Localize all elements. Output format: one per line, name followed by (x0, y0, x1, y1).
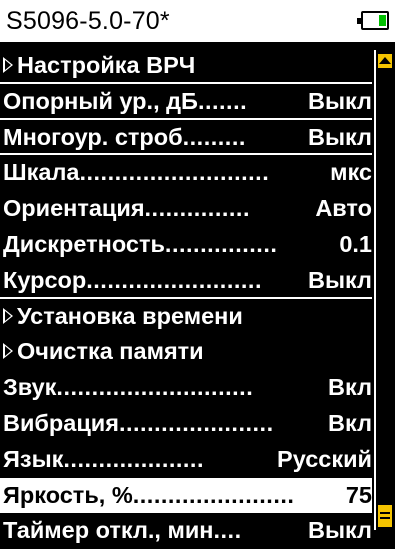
menu-item-label: Язык (3, 445, 64, 472)
menu-item-label: Дискретность (3, 230, 165, 257)
menu-item-value: Вкл (328, 374, 372, 401)
menu-item-label: Установка времени (17, 302, 243, 329)
menu-item-dots: .... (213, 517, 242, 544)
menu-item-dots: ....... (197, 87, 248, 114)
menu-item-set-time[interactable]: Установка времени (0, 299, 372, 335)
battery-icon (357, 11, 389, 30)
menu-item-vrch[interactable]: Настройка ВРЧ (0, 48, 372, 84)
submenu-triangle-icon (3, 57, 13, 73)
title-bar: S5096-5.0-70* (0, 0, 395, 42)
menu-item-label: Многоур. строб (3, 123, 183, 150)
menu-item-orientation[interactable]: Ориентация............... Авто (0, 191, 372, 227)
menu-item-discreteness[interactable]: Дискретность................ 0.1 (0, 227, 372, 263)
menu-item-scale[interactable]: Шкала........................... мкс (0, 155, 372, 191)
menu-item-dots: ............................ (56, 374, 254, 401)
menu-item-multilevel-gate[interactable]: Многоур. строб......... Выкл (0, 120, 372, 156)
battery-terminal (357, 18, 361, 24)
menu-item-value: Выкл (307, 517, 372, 544)
menu-item-label: Настройка ВРЧ (17, 52, 196, 78)
menu-item-value: Выкл (307, 123, 372, 150)
menu-item-shutdown-timer[interactable]: Таймер откл., мин.... Выкл (0, 513, 372, 549)
menu-item-label: Очистка памяти (17, 338, 204, 365)
menu-item-label: Вибрация (3, 409, 119, 436)
menu-item-value: мкс (330, 159, 372, 186)
menu-item-value: 0.1 (339, 230, 372, 257)
scrollbar[interactable] (374, 50, 394, 530)
menu-item-label: Курсор (3, 266, 87, 293)
scroll-thumb[interactable] (378, 505, 392, 527)
menu-item-label: Ориентация (3, 195, 145, 222)
menu-item-reference-level[interactable]: Опорный ур., дБ....... Выкл (0, 84, 372, 120)
menu-item-value: 75 (345, 481, 372, 508)
menu-item-dots: ....................... (132, 481, 295, 508)
settings-menu: Настройка ВРЧ Опорный ур., дБ....... Выкл… (0, 48, 372, 549)
menu-item-dots: ...................... (118, 409, 274, 436)
scroll-up-arrow-icon[interactable] (378, 54, 392, 68)
menu-item-value: Русский (277, 445, 372, 472)
menu-item-label: Звук (3, 374, 57, 401)
menu-item-label: Опорный ур., дБ (3, 87, 198, 114)
menu-item-value: Вкл (328, 409, 372, 436)
menu-item-brightness[interactable]: Яркость, %....................... 75 (0, 477, 372, 514)
menu-item-label: Яркость, % (3, 481, 133, 508)
submenu-triangle-icon (3, 343, 13, 360)
menu-item-sound[interactable]: Звук............................ Вкл (0, 370, 372, 406)
menu-item-dots: ......................... (86, 266, 262, 293)
menu-item-value: Выкл (307, 87, 372, 114)
menu-item-dots: ............... (144, 195, 250, 222)
menu-item-label: Таймер откл., мин (3, 517, 214, 544)
menu-item-label: Шкала (3, 159, 80, 186)
menu-item-cursor[interactable]: Курсор......................... Выкл (0, 263, 372, 299)
menu-item-vibration[interactable]: Вибрация...................... Вкл (0, 406, 372, 442)
menu-item-dots: ........................... (79, 159, 270, 186)
menu-item-language[interactable]: Язык.................... Русский (0, 442, 372, 478)
menu-item-dots: .................... (63, 445, 204, 472)
menu-item-dots: ................ (164, 230, 278, 257)
menu-item-value: Авто (315, 195, 372, 222)
submenu-triangle-icon (3, 307, 13, 324)
menu-item-dots: ......... (182, 123, 246, 150)
page-title: S5096-5.0-70* (6, 7, 170, 35)
battery-level (379, 15, 386, 26)
menu-item-clear-memory[interactable]: Очистка памяти (0, 334, 372, 370)
menu-item-value: Выкл (307, 266, 372, 293)
